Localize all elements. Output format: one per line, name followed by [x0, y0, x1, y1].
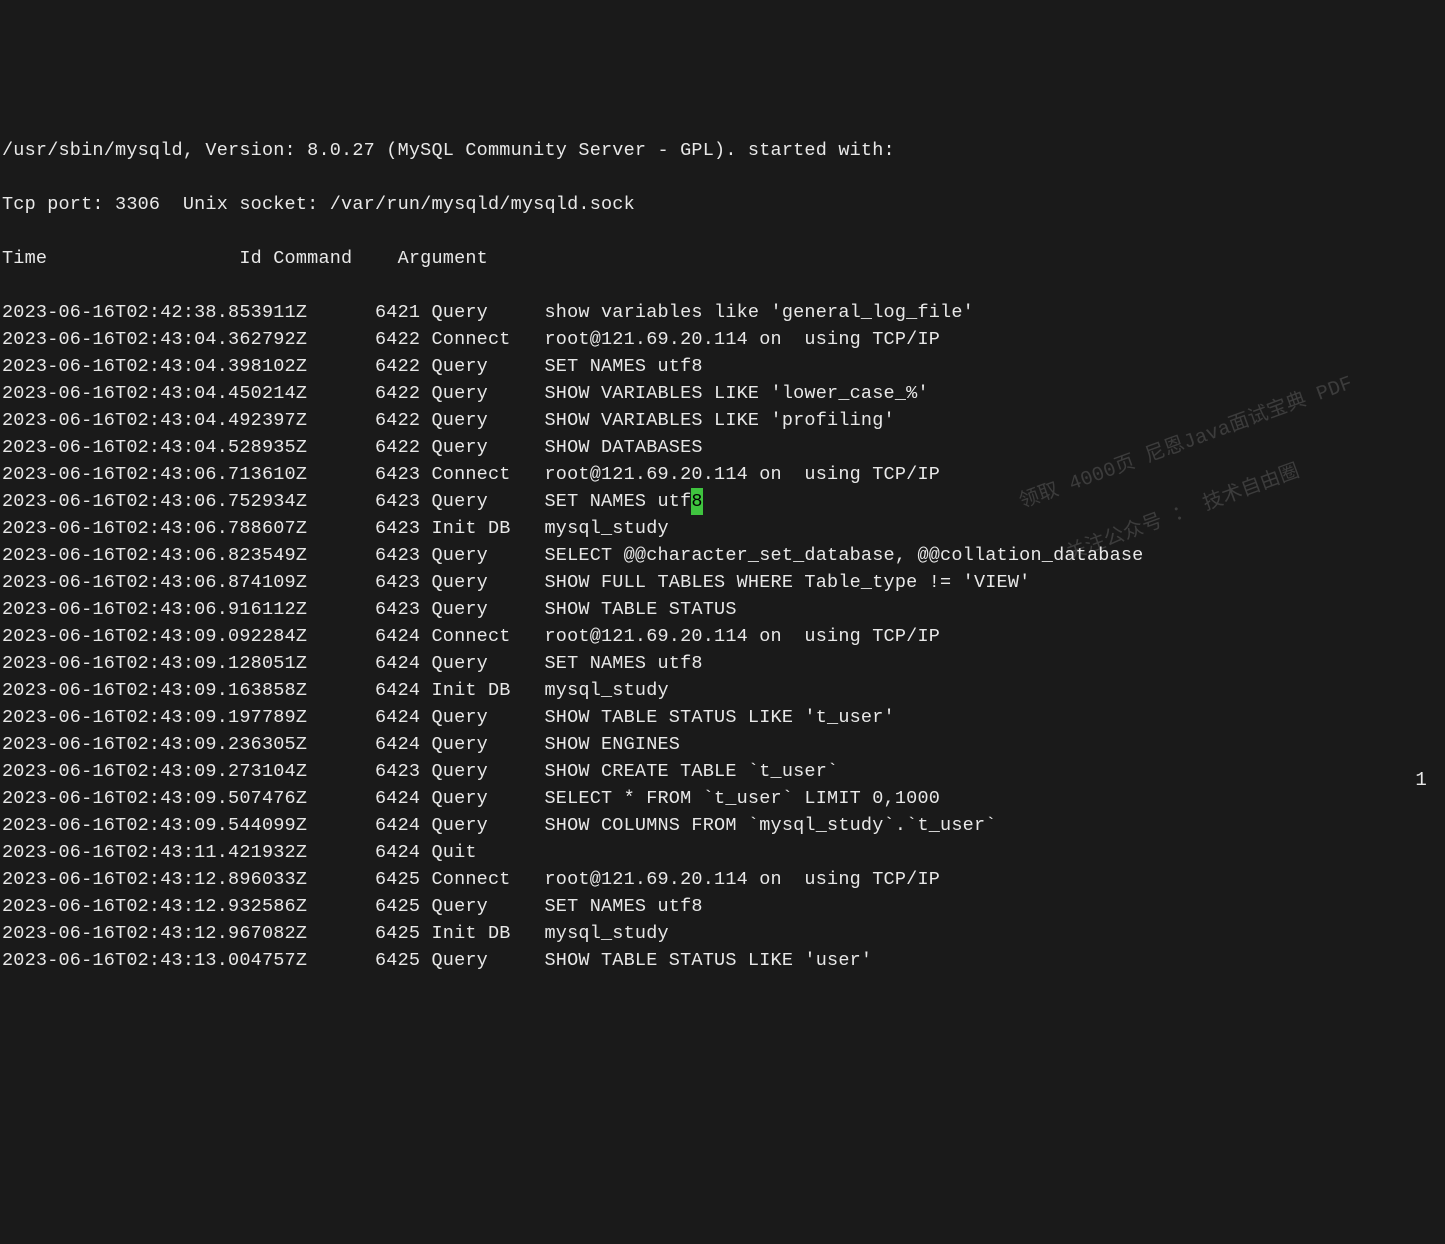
header-line-1: /usr/sbin/mysqld, Version: 8.0.27 (MySQL…	[2, 137, 1443, 164]
header-line-2: Tcp port: 3306 Unix socket: /var/run/mys…	[2, 191, 1443, 218]
log-row: 2023-06-16T02:43:06.823549Z 6423 Query S…	[2, 542, 1443, 569]
log-row: 2023-06-16T02:43:09.163858Z 6424 Init DB…	[2, 677, 1443, 704]
log-row: 2023-06-16T02:43:13.004757Z 6425 Query S…	[2, 947, 1443, 974]
log-row: 2023-06-16T02:43:06.752934Z 6423 Query S…	[2, 488, 1443, 515]
log-row: 2023-06-16T02:43:12.896033Z 6425 Connect…	[2, 866, 1443, 893]
log-row: 2023-06-16T02:43:09.544099Z 6424 Query S…	[2, 812, 1443, 839]
log-row: 2023-06-16T02:43:09.092284Z 6424 Connect…	[2, 623, 1443, 650]
log-row: 2023-06-16T02:43:09.128051Z 6424 Query S…	[2, 650, 1443, 677]
log-row: 2023-06-16T02:43:09.273104Z 6423 Query S…	[2, 758, 1443, 785]
terminal-output[interactable]: /usr/sbin/mysqld, Version: 8.0.27 (MySQL…	[2, 110, 1443, 1001]
log-row: 2023-06-16T02:43:06.916112Z 6423 Query S…	[2, 596, 1443, 623]
log-row: 2023-06-16T02:43:12.932586Z 6425 Query S…	[2, 893, 1443, 920]
log-row: 2023-06-16T02:43:09.507476Z 6424 Query S…	[2, 785, 1443, 812]
log-row: 2023-06-16T02:43:09.236305Z 6424 Query S…	[2, 731, 1443, 758]
log-row: 2023-06-16T02:43:04.528935Z 6422 Query S…	[2, 434, 1443, 461]
log-row: 2023-06-16T02:43:12.967082Z 6425 Init DB…	[2, 920, 1443, 947]
log-row: 2023-06-16T02:43:06.874109Z 6423 Query S…	[2, 569, 1443, 596]
page-number: 1	[1415, 767, 1427, 794]
log-row: 2023-06-16T02:43:04.492397Z 6422 Query S…	[2, 407, 1443, 434]
log-row: 2023-06-16T02:43:09.197789Z 6424 Query S…	[2, 704, 1443, 731]
log-row: 2023-06-16T02:43:04.362792Z 6422 Connect…	[2, 326, 1443, 353]
log-row: 2023-06-16T02:43:04.450214Z 6422 Query S…	[2, 380, 1443, 407]
log-row: 2023-06-16T02:43:06.788607Z 6423 Init DB…	[2, 515, 1443, 542]
log-row: 2023-06-16T02:43:06.713610Z 6423 Connect…	[2, 461, 1443, 488]
column-headers: Time Id Command Argument	[2, 245, 1443, 272]
log-entries: 2023-06-16T02:42:38.853911Z 6421 Query s…	[2, 299, 1443, 974]
log-row: 2023-06-16T02:42:38.853911Z 6421 Query s…	[2, 299, 1443, 326]
log-row: 2023-06-16T02:43:11.421932Z 6424 Quit	[2, 839, 1443, 866]
log-row: 2023-06-16T02:43:04.398102Z 6422 Query S…	[2, 353, 1443, 380]
cursor: 8	[691, 488, 702, 515]
